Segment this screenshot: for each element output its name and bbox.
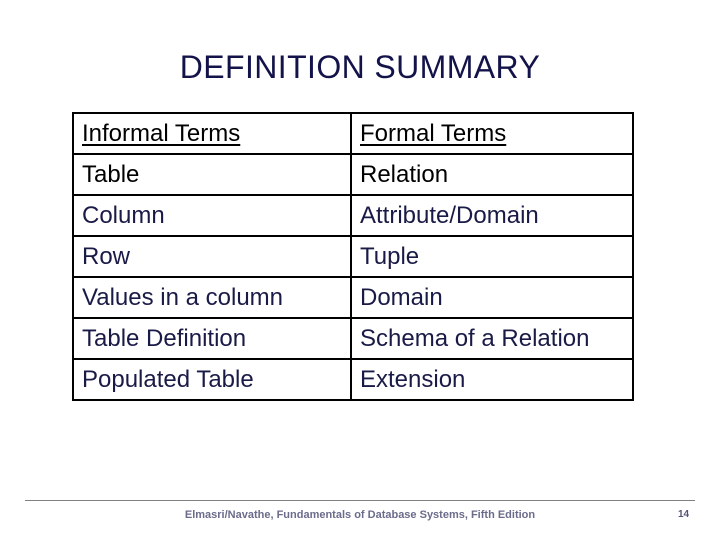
table-cell-informal: Values in a column bbox=[72, 276, 352, 319]
table-row: Column Attribute/Domain bbox=[72, 194, 634, 237]
table-header-label-formal: Formal Terms bbox=[360, 119, 507, 147]
table-header-cell-informal: Informal Terms bbox=[72, 112, 352, 155]
table-row: Table Definition Schema of a Relation bbox=[72, 317, 634, 360]
table-cell-formal: Tuple bbox=[350, 235, 634, 278]
table-cell-formal: Domain bbox=[350, 276, 634, 319]
table-cell-formal: Extension bbox=[350, 358, 634, 401]
table-cell-formal: Attribute/Domain bbox=[350, 194, 634, 237]
table-cell-informal: Column bbox=[72, 194, 352, 237]
table-cell-informal: Table bbox=[72, 153, 352, 196]
table-cell-informal: Populated Table bbox=[72, 358, 352, 401]
table-header-label-informal: Informal Terms bbox=[82, 119, 241, 147]
table-cell-formal: Relation bbox=[350, 153, 634, 196]
table-row: Table Relation bbox=[72, 153, 634, 196]
table-row: Row Tuple bbox=[72, 235, 634, 278]
slide-canvas: DEFINITION SUMMARY Informal Terms Formal… bbox=[0, 0, 720, 540]
table-row: Populated Table Extension bbox=[72, 358, 634, 401]
table-cell-informal: Table Definition bbox=[72, 317, 352, 360]
table-header-cell-formal: Formal Terms bbox=[350, 112, 634, 155]
table-cell-formal: Schema of a Relation bbox=[350, 317, 634, 360]
table-cell-informal: Row bbox=[72, 235, 352, 278]
page-title: DEFINITION SUMMARY bbox=[179, 49, 541, 85]
slide-number: 14 bbox=[678, 509, 690, 520]
footer-credit: Elmasri/Navathe, Fundamentals of Databas… bbox=[184, 509, 536, 521]
table-row: Values in a column Domain bbox=[72, 276, 634, 319]
table-header-row: Informal Terms Formal Terms bbox=[72, 112, 634, 155]
definition-summary-table: Informal Terms Formal Terms Table Relati… bbox=[72, 112, 634, 401]
footer-divider bbox=[25, 500, 695, 501]
